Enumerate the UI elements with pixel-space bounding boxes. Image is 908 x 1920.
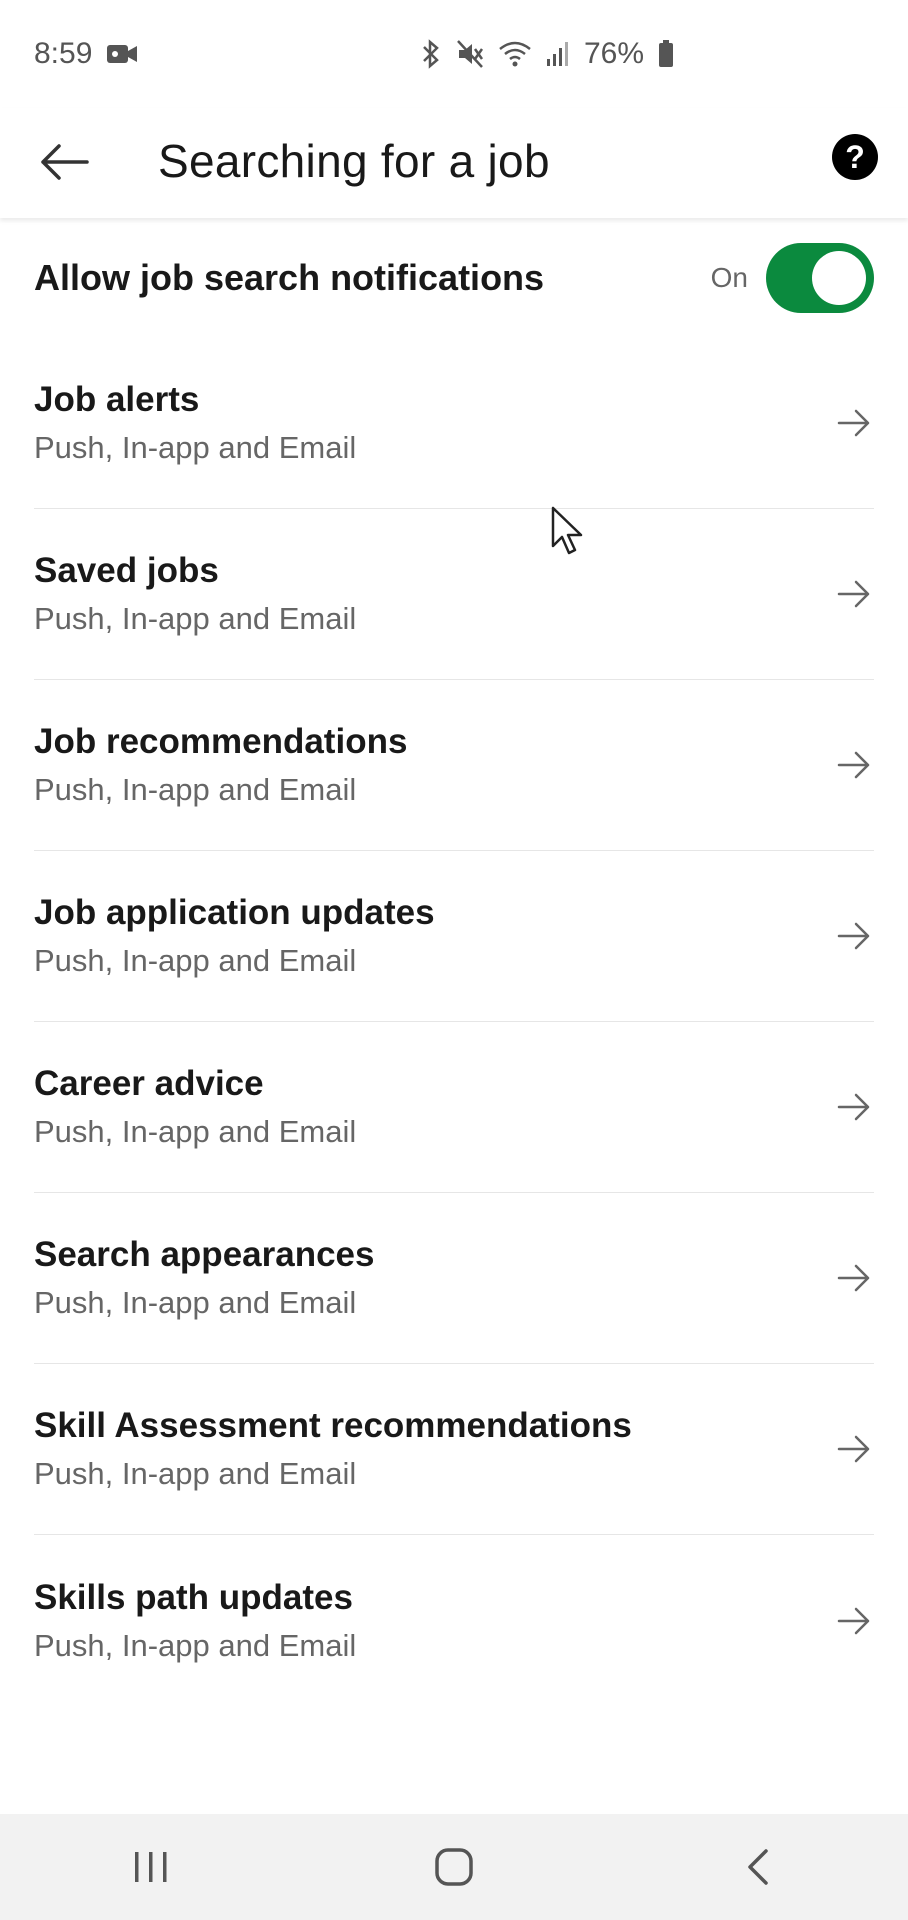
video-camera-icon	[106, 42, 138, 66]
toggle-state-label: On	[710, 262, 748, 293]
list-item-skill-assessment-recommendations[interactable]: Skill Assessment recommendations Push, I…	[34, 1364, 874, 1535]
status-right: 76%	[420, 37, 674, 71]
list-item-text: Search appearances Push, In-app and Emai…	[34, 1235, 374, 1321]
signal-icon	[546, 41, 570, 67]
notification-list: Job alerts Push, In-app and Email Saved …	[0, 338, 908, 1706]
back-icon	[747, 1849, 768, 1885]
master-toggle-label: Allow job search notifications	[34, 257, 545, 298]
status-time: 8:59	[34, 37, 93, 70]
list-item-career-advice[interactable]: Career advice Push, In-app and Email	[34, 1022, 874, 1193]
system-nav-bar	[0, 1814, 908, 1920]
arrow-right-icon	[834, 1258, 874, 1298]
list-item-title: Skill Assessment recommendations	[34, 1406, 632, 1445]
list-item-title: Job recommendations	[34, 722, 408, 761]
list-item-subtitle: Push, In-app and Email	[34, 772, 357, 807]
arrow-right-icon	[834, 1087, 874, 1127]
list-item-saved-jobs[interactable]: Saved jobs Push, In-app and Email	[34, 509, 874, 680]
list-item-text: Career advice Push, In-app and Email	[34, 1064, 356, 1150]
list-item-text: Skills path updates Push, In-app and Ema…	[34, 1578, 356, 1664]
list-item-subtitle: Push, In-app and Email	[34, 1285, 357, 1320]
list-item-text: Job recommendations Push, In-app and Ema…	[34, 722, 407, 808]
master-toggle-row: Allow job search notifications On	[0, 218, 908, 338]
back-button[interactable]	[34, 132, 94, 192]
back-arrow-icon	[41, 144, 89, 180]
bluetooth-icon	[420, 39, 442, 69]
notifications-toggle[interactable]	[766, 243, 874, 313]
list-item-subtitle: Push, In-app and Email	[34, 1627, 357, 1663]
arrow-right-icon	[834, 1429, 874, 1469]
wifi-icon	[498, 40, 532, 68]
home-button[interactable]	[414, 1827, 494, 1907]
mute-icon	[456, 39, 484, 69]
recent-apps-icon	[135, 1852, 167, 1882]
list-item-title: Job application updates	[34, 893, 435, 932]
list-item-subtitle: Push, In-app and Email	[34, 1456, 357, 1491]
list-item-title: Search appearances	[34, 1235, 375, 1274]
list-item-text: Job alerts Push, In-app and Email	[34, 380, 356, 466]
list-item-text: Saved jobs Push, In-app and Email	[34, 551, 356, 637]
recent-apps-button[interactable]	[111, 1827, 191, 1907]
list-item-search-appearances[interactable]: Search appearances Push, In-app and Emai…	[34, 1193, 874, 1364]
settings-content: Allow job search notifications On Job al…	[0, 218, 908, 1706]
toggle-knob	[812, 251, 866, 305]
help-button[interactable]: ?	[832, 134, 878, 180]
list-item-job-application-updates[interactable]: Job application updates Push, In-app and…	[34, 851, 874, 1022]
list-item-title: Saved jobs	[34, 551, 219, 590]
list-item-title: Job alerts	[34, 380, 200, 419]
status-left: 8:59	[34, 37, 138, 71]
arrow-right-icon	[834, 403, 874, 443]
list-item-subtitle: Push, In-app and Email	[34, 430, 357, 465]
page-title: Searching for a job	[158, 135, 550, 187]
list-item-text: Skill Assessment recommendations Push, I…	[34, 1406, 632, 1492]
top-app-bar: Searching for a job ?	[0, 108, 908, 218]
status-bar: 8:59 76%	[0, 0, 908, 108]
arrow-right-icon	[834, 574, 874, 614]
list-item-title: Skills path updates	[34, 1577, 353, 1617]
battery-icon	[658, 40, 674, 68]
list-item-subtitle: Push, In-app and Email	[34, 1114, 357, 1149]
arrow-right-icon	[834, 916, 874, 956]
list-item-job-recommendations[interactable]: Job recommendations Push, In-app and Ema…	[34, 680, 874, 851]
list-item-job-alerts[interactable]: Job alerts Push, In-app and Email	[34, 338, 874, 509]
toggle-wrap: On	[711, 243, 874, 313]
home-icon	[435, 1848, 473, 1886]
system-back-button[interactable]	[717, 1827, 797, 1907]
list-item-skills-path-updates[interactable]: Skills path updates Push, In-app and Ema…	[34, 1535, 874, 1706]
help-icon: ?	[845, 138, 865, 175]
list-item-subtitle: Push, In-app and Email	[34, 943, 357, 978]
arrow-right-icon	[834, 1601, 874, 1641]
arrow-right-icon	[834, 745, 874, 785]
list-item-text: Job application updates Push, In-app and…	[34, 893, 435, 979]
battery-percent: 76%	[583, 37, 644, 70]
list-item-title: Career advice	[34, 1064, 264, 1103]
list-item-subtitle: Push, In-app and Email	[34, 601, 357, 636]
